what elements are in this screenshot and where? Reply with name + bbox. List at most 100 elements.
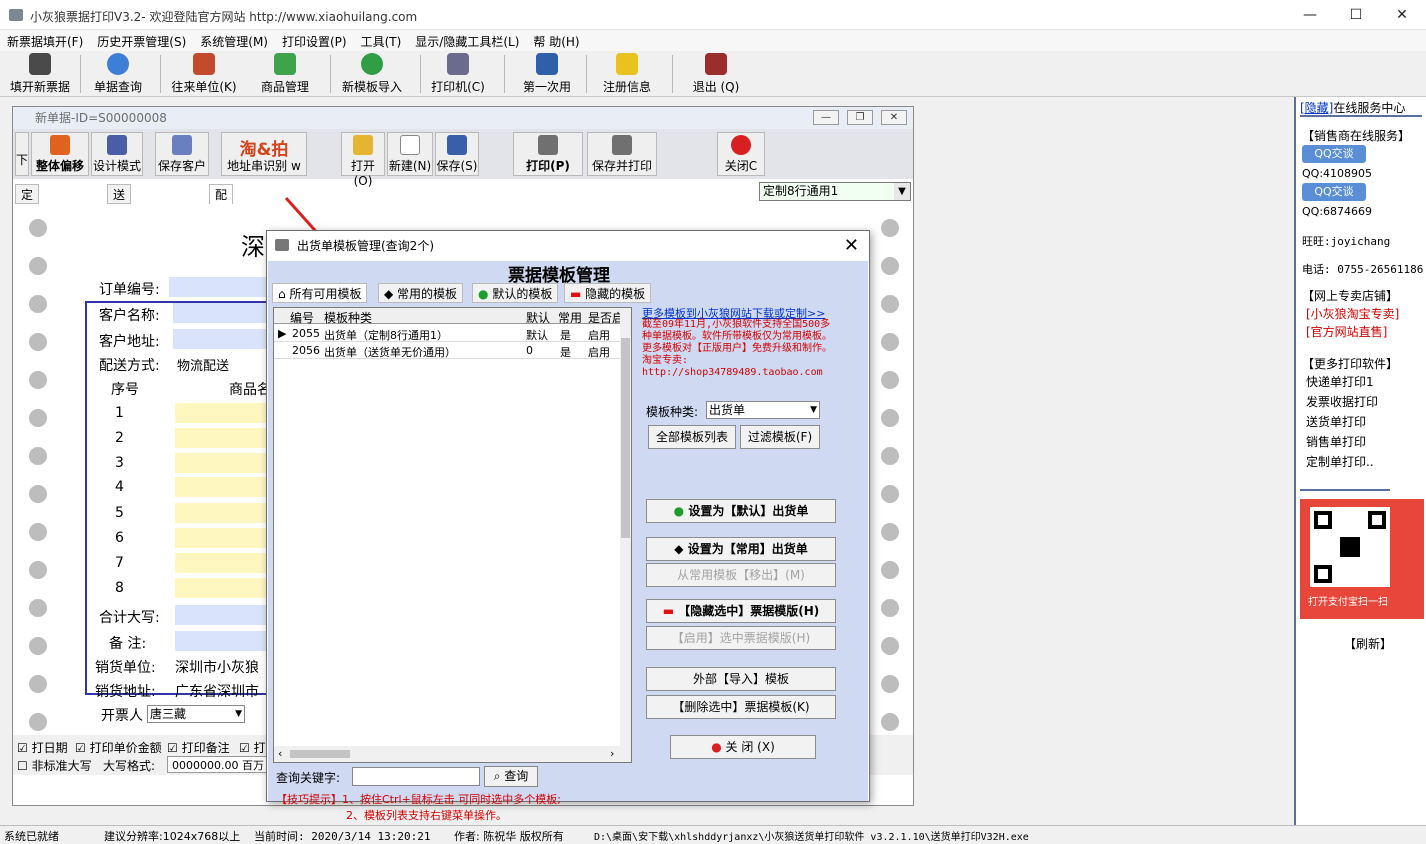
child-minimize-button[interactable]: — [813,110,839,125]
filter-templates-button[interactable]: 过滤模板(F) [740,425,820,449]
vertical-scrollbar[interactable] [620,308,631,746]
software-link[interactable]: 销售单打印 [1306,433,1366,450]
print-price-checkbox[interactable]: ☑ 打印单价金额 [75,739,162,756]
set-common-button[interactable]: ◆ 设置为【常用】出货单 [646,537,836,561]
child-restore-button[interactable]: ❐ [847,110,873,125]
goods-button[interactable]: 商品管理 [254,53,316,95]
child-close-button[interactable]: ✕ [881,110,907,125]
minimize-button[interactable]: — [1287,0,1333,30]
goods-cell[interactable] [175,578,273,598]
table-row[interactable]: 2056 出货单（送货单无价通用） 0 是 启用 [274,342,620,359]
save-print-button[interactable]: 保存并打印 [587,132,657,176]
official-site-link[interactable]: [官方网站直售] [1306,323,1387,340]
address-field[interactable] [173,329,273,349]
tab-default-templates[interactable]: ● 默认的模板 [472,283,559,303]
import-template-button[interactable]: 外部【导入】模板 [646,667,836,691]
caps-format-field[interactable]: 0000000.00 百万 [167,756,267,773]
nonstd-checkbox[interactable]: ☐ 非标准大写 [17,757,92,774]
address-parse-button[interactable]: 淘&拍 地址串识别 w [221,132,307,176]
delete-selected-button[interactable]: 【删除选中】票据模板(K) [646,695,836,719]
goods-cell[interactable] [175,503,273,523]
note-field[interactable] [175,631,273,651]
software-link[interactable]: 发票收据打印 [1306,393,1378,410]
goods-cell[interactable] [175,428,273,448]
save-customer-button[interactable]: 保存客户 [155,132,209,176]
print-note-checkbox[interactable]: ☑ 打印备注 [167,739,230,756]
table-row[interactable]: ▶ 2055 出货单（定制8行通用1） 默认 是 启用 [274,325,620,342]
button-label: 设置为【默认】出货单 [688,504,809,518]
total-field[interactable] [175,605,273,625]
search-input[interactable] [352,767,480,786]
shop-url[interactable]: http://shop34789489.taobao.com [642,367,823,378]
software-link[interactable]: 快递单打印1 [1306,373,1374,390]
query-button[interactable]: 单据查询 [88,53,148,95]
tab-all-templates[interactable]: ⌂ 所有可用模板 [272,283,368,303]
save-button[interactable]: 保存(S) [435,132,479,176]
order-no-field[interactable] [169,277,269,297]
kind-select[interactable]: 出货单 ▼ [706,401,820,419]
option-label: 打印单价金额 [89,741,162,755]
software-link[interactable]: 定制单打印.. [1306,453,1374,470]
set-default-button[interactable]: ● 设置为【默认】出货单 [646,499,836,523]
seller-addr-value[interactable]: 广东省深圳市 [175,681,259,701]
menu-history[interactable]: 历史开票管理(S) [90,30,193,50]
close-button[interactable]: ✕ [1379,0,1425,30]
print-button[interactable]: 打印(P) [513,132,583,176]
maximize-button[interactable]: ☐ [1333,0,1379,30]
cell-enabled: 启用 [588,329,610,342]
delivery-value[interactable]: 物流配送 [177,355,229,374]
search-button[interactable]: ⌕ 查询 [484,766,538,787]
down-button[interactable]: 下 [15,132,29,176]
horizontal-scrollbar[interactable]: ‹ › [274,746,631,762]
menu-new[interactable]: 新票据填开(F) [0,30,90,50]
enable-selected-button[interactable]: 【启用】选中票据模版(H) [646,626,836,650]
tab-config-templates[interactable]: 配置常用模板 [209,184,234,302]
menu-help[interactable]: 帮 助(H) [526,30,586,50]
seller-value[interactable]: 深圳市小灰狼 [175,657,259,677]
design-mode-button[interactable]: 设计模式 [91,132,143,176]
exit-button[interactable]: 退出 (Q) [688,53,744,95]
tab-hidden-templates[interactable]: ▬ 隐藏的模板 [564,283,652,303]
goods-cell[interactable] [175,528,273,548]
button-label: 保存(S) [436,159,478,173]
qq-chat-button[interactable]: QQ交谈 [1302,145,1366,163]
printer-button[interactable]: 打印机(C) [428,53,488,95]
new-button[interactable]: 新建(N) [387,132,433,176]
tab-custom8[interactable]: 定制8行通用1 [15,184,40,322]
menu-toggle-toolbar[interactable]: 显示/隐藏工具栏(L) [408,30,526,50]
remove-common-button[interactable]: 从常用模板【移出】(M) [646,563,836,587]
print-date-checkbox[interactable]: ☑ 打日期 [17,739,68,756]
hide-sidebar-link[interactable]: [隐藏] [1300,101,1333,115]
template-select-value: 定制8行通用1 [763,184,839,198]
refresh-link[interactable]: 【刷新】 [1344,635,1392,652]
tab-common-templates[interactable]: ◆ 常用的模板 [378,283,464,303]
whole-move-button[interactable]: 整体偏移 [31,132,89,176]
print-x-checkbox[interactable]: ☑ 打 [239,739,266,756]
goods-cell[interactable] [175,453,273,473]
goods-cell[interactable] [175,477,273,497]
import-template-button[interactable]: 新模板导入 [338,53,406,95]
menu-print-settings[interactable]: 打印设置(P) [275,30,354,50]
partners-button[interactable]: 往来单位(K) [168,53,240,95]
hide-selected-button[interactable]: ▬ 【隐藏选中】票据模版(H) [646,599,836,623]
customer-field[interactable] [173,303,273,323]
new-ticket-button[interactable]: 填开新票据 [8,53,72,95]
close-ticket-button[interactable]: 关闭C [717,132,765,176]
menu-tools[interactable]: 工具(T) [354,30,409,50]
register-button[interactable]: 注册信息 [596,53,658,95]
goods-cell[interactable] [175,553,273,573]
qq-chat-button[interactable]: QQ交谈 [1302,183,1366,201]
taobao-link[interactable]: [小灰狼淘宝专卖] [1306,305,1399,322]
tab-delivery-noprice[interactable]: 送货单无价通用 [107,184,132,322]
dialog-close-icon[interactable]: ✕ [844,235,859,256]
biller-value: 唐三藏 [150,707,187,721]
menu-system[interactable]: 系统管理(M) [193,30,275,50]
template-select[interactable]: 定制8行通用1 ▼ [759,182,911,201]
all-templates-button[interactable]: 全部模板列表 [648,425,736,449]
software-link[interactable]: 送货单打印 [1306,413,1366,430]
biller-select[interactable]: 唐三藏 ▼ [147,705,245,723]
open-button[interactable]: 打开(O) [341,132,385,188]
dialog-close-button[interactable]: ● 关 闭 (X) [670,735,816,759]
first-use-button[interactable]: 第一次用 [516,53,578,95]
goods-cell[interactable] [175,403,273,423]
